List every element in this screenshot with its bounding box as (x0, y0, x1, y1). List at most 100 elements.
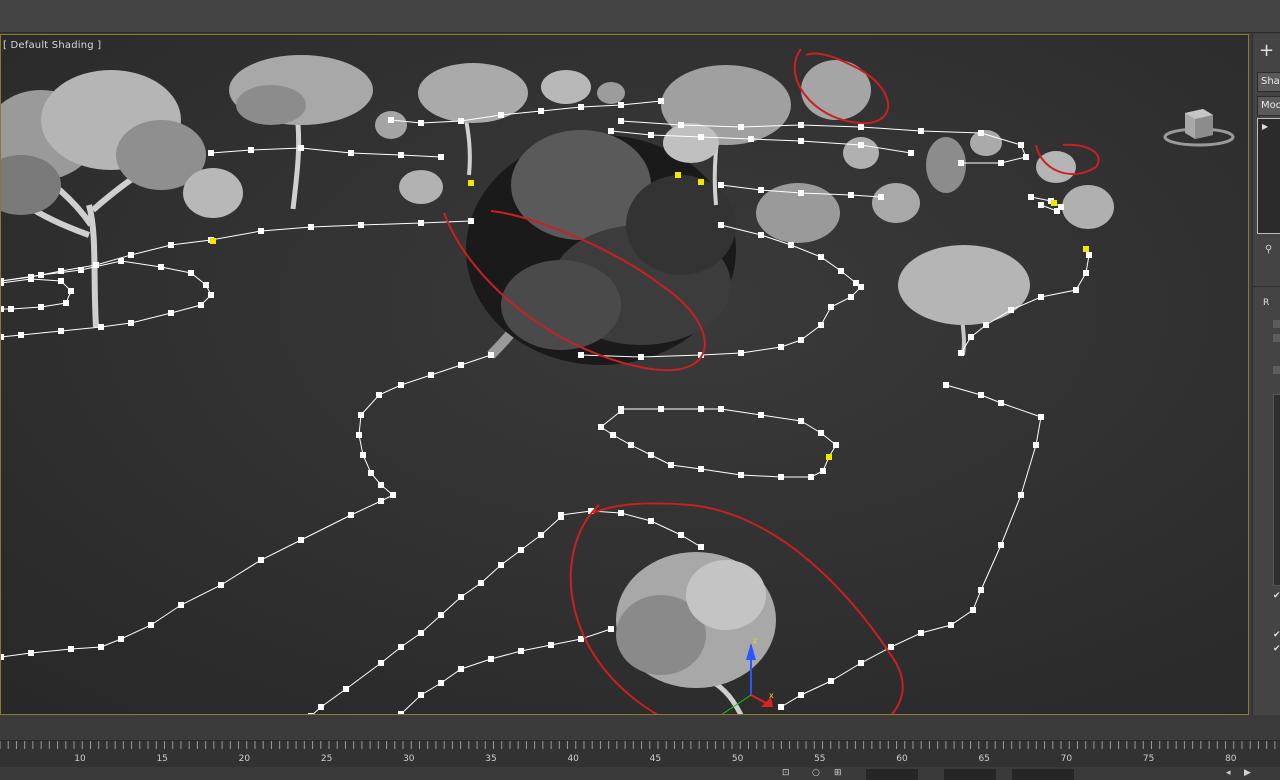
spline-vertex[interactable] (798, 418, 804, 424)
spline-vertex[interactable] (428, 372, 434, 378)
spline-vertex[interactable] (618, 102, 624, 108)
spline-vertex[interactable] (718, 406, 724, 412)
spline-vertex[interactable] (418, 220, 424, 226)
spline-vertex[interactable] (38, 272, 44, 278)
spline-vertex[interactable] (518, 547, 524, 553)
y-coordinate-field[interactable] (944, 769, 996, 780)
modifier-stack-list[interactable]: ▶ (1257, 118, 1280, 234)
play-back-icon[interactable]: ◂ (1226, 768, 1231, 778)
spline-vertex[interactable] (1, 278, 4, 284)
spline-vertex[interactable] (1018, 492, 1024, 498)
spline-vertex[interactable] (578, 636, 584, 642)
spline-vertex[interactable] (188, 270, 194, 276)
spline-vertex[interactable] (1038, 414, 1044, 420)
spline-vertex[interactable] (818, 254, 824, 260)
spline-vertex[interactable] (418, 692, 424, 698)
spline-vertex[interactable] (748, 136, 754, 142)
spline-vertex[interactable] (833, 442, 839, 448)
spline-vertex[interactable] (908, 150, 914, 156)
spline-vertex[interactable] (778, 704, 784, 710)
spline-vertex[interactable] (178, 602, 184, 608)
spline-vertex[interactable] (398, 644, 404, 650)
selected-vertex[interactable] (468, 180, 474, 186)
spline-vertex[interactable] (218, 582, 224, 588)
spline-vertex[interactable] (208, 150, 214, 156)
spline-vertex[interactable] (378, 498, 384, 504)
spline-vertex[interactable] (738, 124, 744, 130)
spline-vertex[interactable] (348, 512, 354, 518)
spline-vertex[interactable] (78, 267, 84, 273)
spline-vertex[interactable] (738, 350, 744, 356)
spline-vertex[interactable] (68, 646, 74, 652)
spline-vertex[interactable] (828, 678, 834, 684)
spline-vertex[interactable] (368, 470, 374, 476)
expand-triangle-icon[interactable]: ▶ (1262, 122, 1268, 131)
rollout-field-1[interactable] (1273, 320, 1280, 328)
spline-vertex[interactable] (398, 152, 404, 158)
spline-vertex[interactable] (848, 192, 854, 198)
spline-vertex[interactable] (438, 612, 444, 618)
spline-vertex[interactable] (1018, 142, 1024, 148)
spline-vertex[interactable] (128, 320, 134, 326)
plus-icon[interactable]: + (1259, 42, 1277, 60)
spline-vertex[interactable] (28, 650, 34, 656)
spline-vertex[interactable] (858, 660, 864, 666)
spline-vertex[interactable] (308, 224, 314, 230)
spline-vertex[interactable] (838, 268, 844, 274)
spline-vertex[interactable] (498, 112, 504, 118)
spline-vertex[interactable] (758, 232, 764, 238)
spline-vertex[interactable] (918, 128, 924, 134)
spline-vertex[interactable] (678, 122, 684, 128)
spline-vertex[interactable] (888, 644, 894, 650)
spline-vertex[interactable] (376, 392, 382, 398)
spline-vertex[interactable] (398, 382, 404, 388)
spline-vertex[interactable] (203, 282, 209, 288)
spline-vertex[interactable] (168, 310, 174, 316)
spline-vertex[interactable] (608, 626, 614, 632)
spline-vertex[interactable] (998, 160, 1004, 166)
spline-vertex[interactable] (858, 124, 864, 130)
checkbox-2[interactable]: ✔ (1273, 630, 1280, 640)
spline-vertex[interactable] (820, 468, 826, 474)
spline-vertex[interactable] (348, 150, 354, 156)
spline-vertex[interactable] (1, 654, 4, 660)
selected-vertex[interactable] (1083, 246, 1089, 252)
spline-vertex[interactable] (68, 288, 74, 294)
spline-vertex[interactable] (1073, 287, 1079, 293)
spline-vertex[interactable] (1054, 208, 1060, 214)
spline-vertex[interactable] (208, 292, 214, 298)
spline-vertex[interactable] (538, 532, 544, 538)
rollout-field-2[interactable] (1273, 334, 1280, 342)
spline-vertex[interactable] (498, 562, 504, 568)
spline-vertex[interactable] (1038, 202, 1044, 208)
spline-vertex[interactable] (118, 636, 124, 642)
spline-vertex[interactable] (168, 242, 174, 248)
play-icon[interactable]: ▶ (1244, 768, 1251, 778)
spline-vertex[interactable] (1033, 442, 1039, 448)
spline-vertex[interactable] (398, 711, 404, 715)
spline-vertex[interactable] (378, 482, 384, 488)
spline-vertex[interactable] (58, 328, 64, 334)
transform-type-icon[interactable]: ⊞ (834, 768, 842, 778)
checkbox-1[interactable]: ✔ (1273, 591, 1280, 601)
spline-vertex[interactable] (798, 190, 804, 196)
spline-vertex[interactable] (390, 492, 396, 498)
spline-vertex[interactable] (1086, 252, 1092, 258)
spline-vertex[interactable] (318, 704, 324, 710)
spline-vertex[interactable] (308, 713, 314, 715)
spline-vertex[interactable] (788, 242, 794, 248)
x-coordinate-field[interactable] (866, 769, 918, 780)
spline-vertex[interactable] (918, 630, 924, 636)
spline-vertex[interactable] (248, 147, 254, 153)
spline-vertex[interactable] (1008, 307, 1014, 313)
spline-vertex[interactable] (578, 104, 584, 110)
spline-vertex[interactable] (458, 666, 464, 672)
spline-vertex[interactable] (818, 430, 824, 436)
spline-vertex[interactable] (128, 252, 134, 258)
spline-vertex[interactable] (618, 118, 624, 124)
viewcube[interactable] (1163, 105, 1235, 149)
spline-vertex[interactable] (518, 648, 524, 654)
spline-vertex[interactable] (958, 350, 964, 356)
spline-vertex[interactable] (998, 400, 1004, 406)
spline-vertex[interactable] (610, 432, 616, 438)
